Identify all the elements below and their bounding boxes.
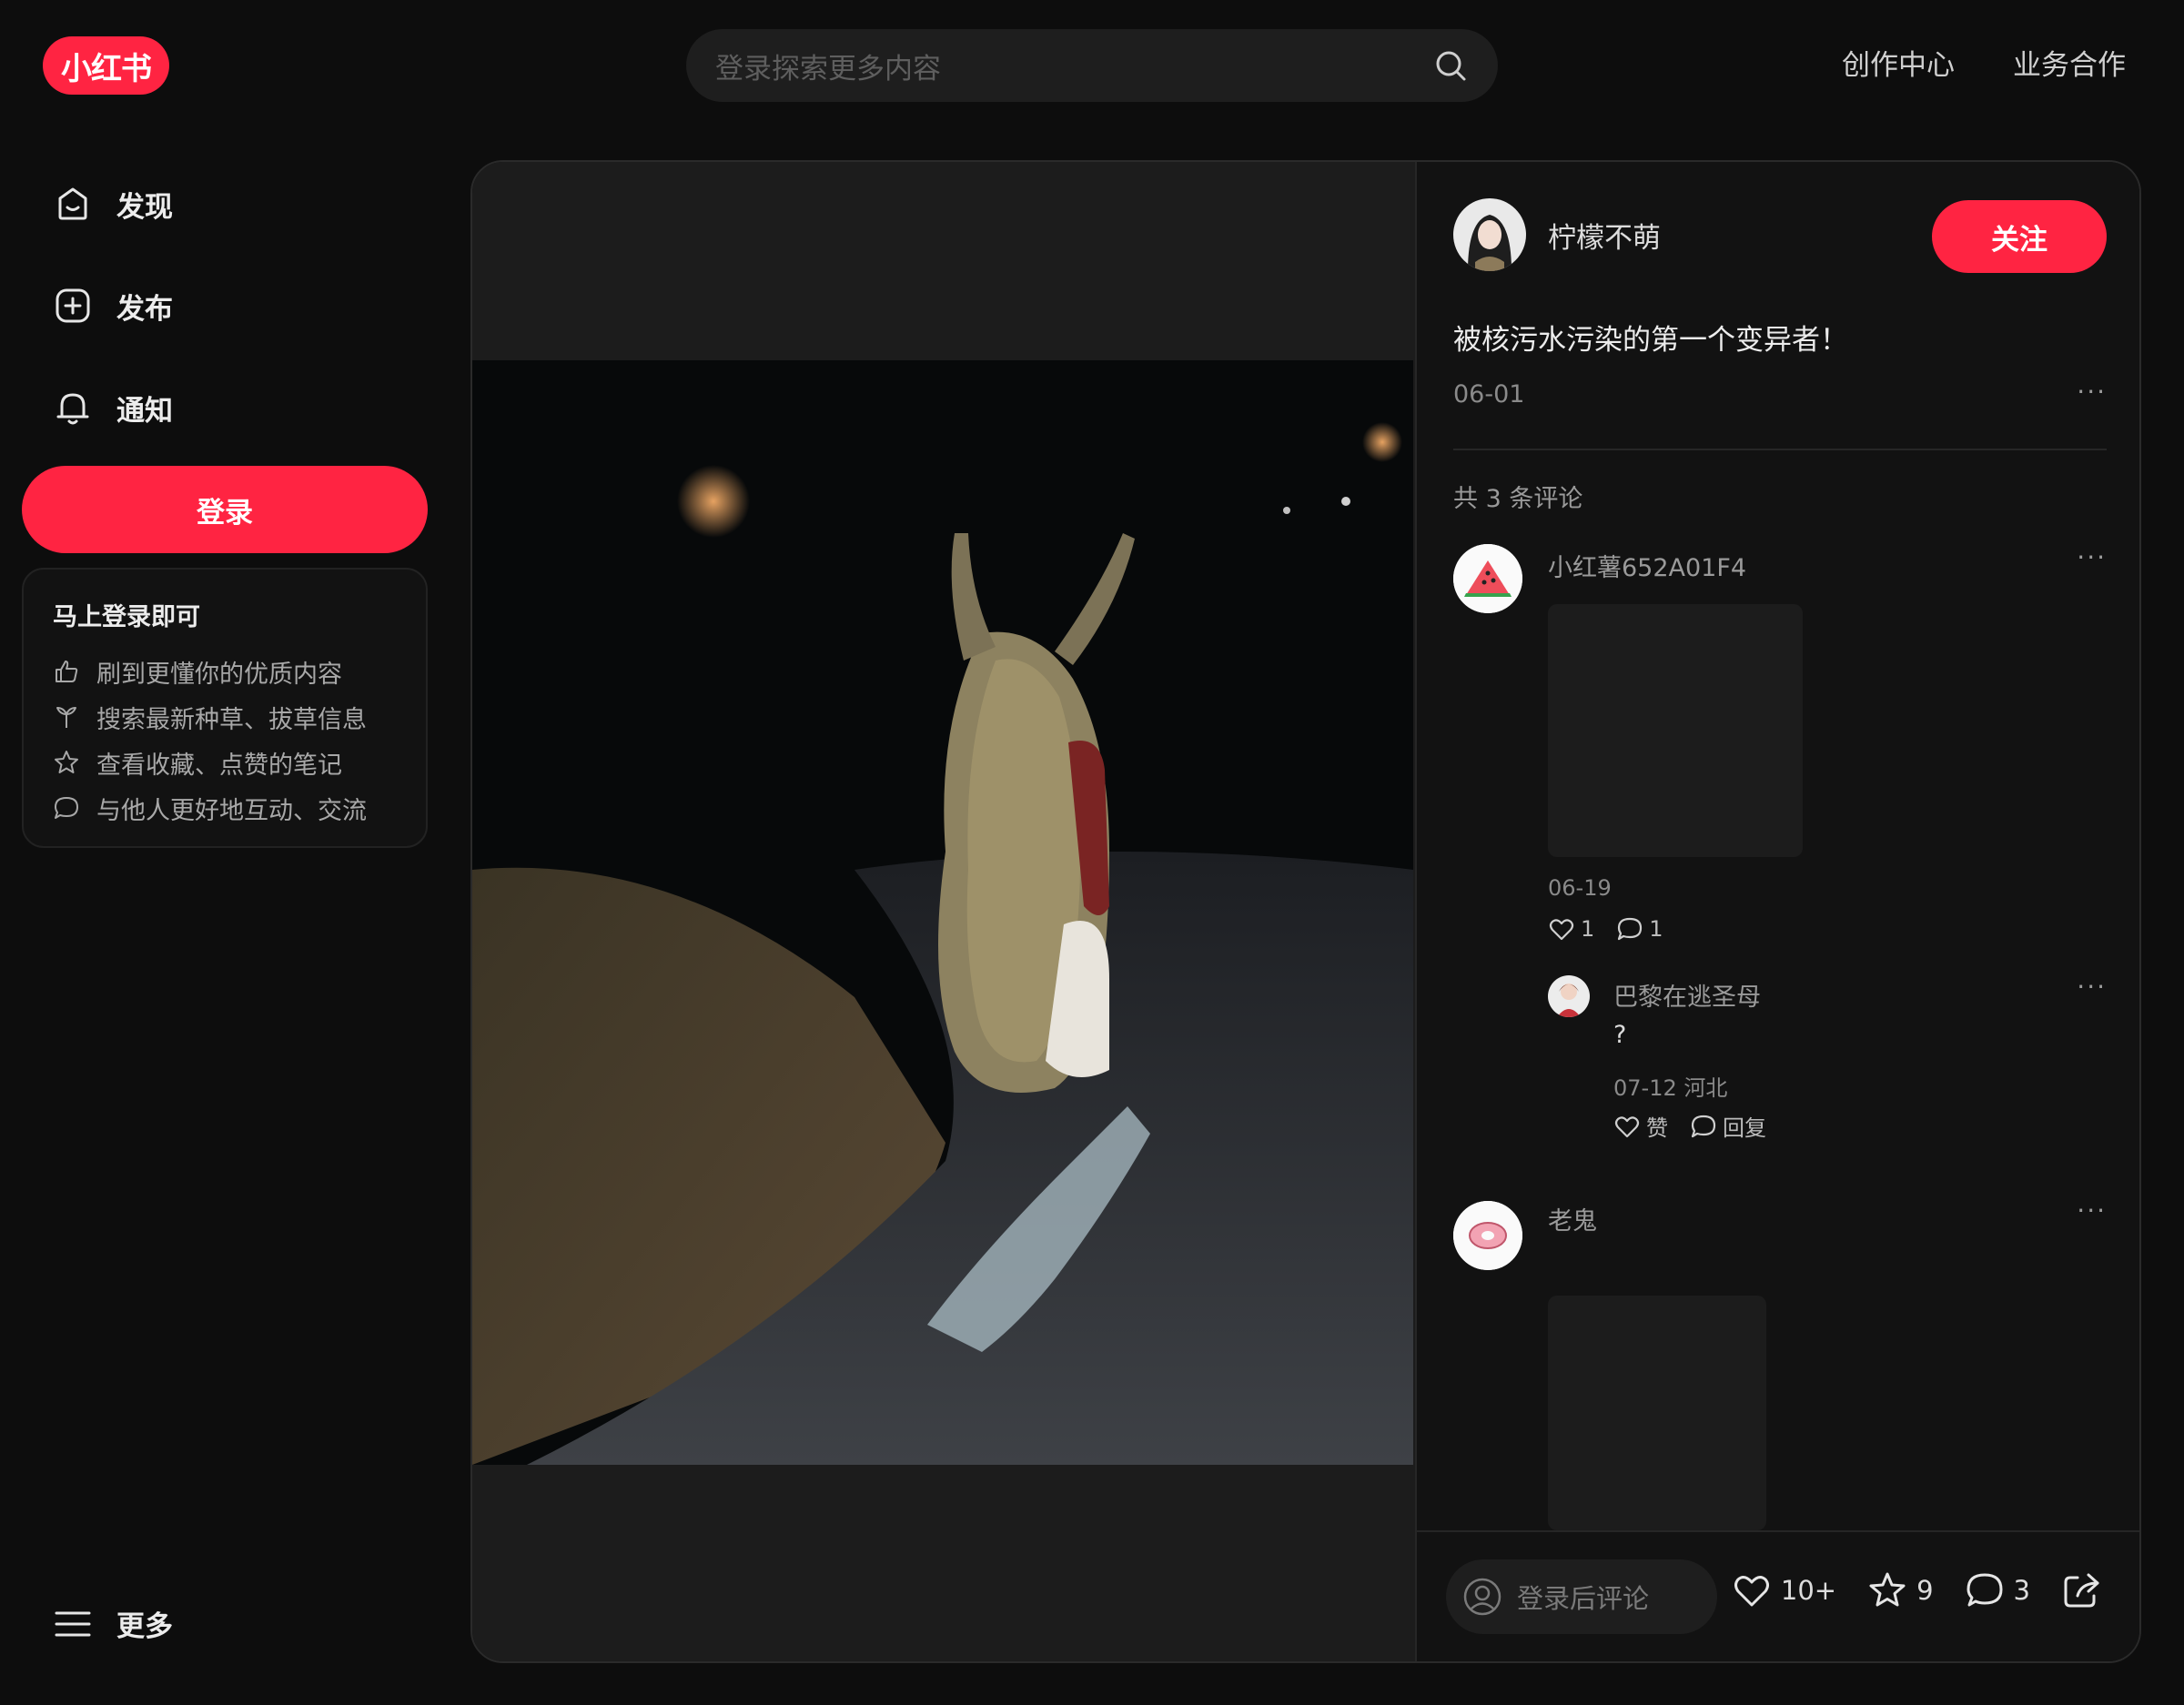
note-title: 被核污水污染的第一个变异者！ (1453, 324, 1848, 357)
star-icon (55, 751, 78, 773)
chat-bubble-icon (1691, 1115, 1716, 1137)
commenter-avatar[interactable] (1453, 1201, 1522, 1270)
reply-reply-label: 回复 (1723, 1115, 1766, 1141)
share-icon (2064, 1573, 2099, 1608)
chat-bubble-icon (55, 797, 78, 819)
benefit-item: 与他人更好地互动、交流 (53, 785, 397, 831)
comment-total: 3 (2013, 1575, 2030, 1606)
top-bar: 小红书 登录探索更多内容 创作中心 业务合作 (0, 0, 2184, 136)
more-options-icon[interactable]: ··· (2077, 377, 2107, 407)
reply-actions: 赞 回复 (1613, 1110, 1766, 1142)
commenter-name[interactable]: 小红薯652A01F4 (1548, 548, 1746, 583)
benefit-text: 查看收藏、点赞的笔记 (96, 751, 342, 780)
user-icon (1463, 1578, 1502, 1616)
app-logo[interactable]: 小红书 (43, 36, 169, 95)
engagement-stats: 10+ 9 3 (1732, 1570, 2101, 1610)
benefit-text: 搜索最新种草、拔草信息 (96, 705, 367, 734)
author-name[interactable]: 柠檬不萌 (1548, 215, 1661, 256)
search-bar[interactable]: 登录探索更多内容 (686, 29, 1498, 102)
creator-center-link[interactable]: 创作中心 (1842, 42, 1955, 83)
engagement-bar: 登录后评论 10+ 9 3 (1417, 1530, 2139, 1661)
top-links: 创作中心 业务合作 (1842, 42, 2126, 83)
note-photo-snail[interactable] (472, 360, 1413, 1465)
comment-date: 06-19 (1548, 875, 1612, 901)
plus-square-icon (56, 288, 90, 323)
sprout-icon (56, 707, 76, 728)
comment-input-placeholder: 登录后评论 (1517, 1583, 1650, 1614)
business-link[interactable]: 业务合作 (2013, 42, 2126, 83)
watermelon-icon (1453, 544, 1522, 613)
note-date: 06-01 (1453, 380, 1525, 409)
benefit-item: 搜索最新种草、拔草信息 (53, 694, 397, 740)
benefit-text: 与他人更好地互动、交流 (96, 796, 367, 825)
home-icon (58, 187, 87, 220)
sidebar-item-publish[interactable]: 发布 (53, 278, 173, 333)
comment-button[interactable]: 3 (1965, 1570, 2030, 1610)
commenter-name[interactable]: 老鬼 (1548, 1201, 1597, 1236)
divider (1453, 449, 2107, 450)
share-button[interactable] (2061, 1570, 2101, 1610)
chat-bubble-icon (1967, 1573, 2003, 1607)
comment-image[interactable] (1548, 1296, 1766, 1530)
note-detail: 柠檬不萌 关注 被核污水污染的第一个变异者！ 06-01 ··· 共 3 条评论… (470, 160, 2141, 1663)
reply-like-label: 赞 (1646, 1115, 1668, 1141)
comment-reply[interactable]: 1 (1616, 915, 1663, 943)
reply-reply[interactable]: 回复 (1690, 1110, 1766, 1142)
heart-icon (1734, 1576, 1769, 1607)
thumbs-up-icon (56, 661, 78, 682)
note-side-panel: 柠檬不萌 关注 被核污水污染的第一个变异者！ 06-01 ··· 共 3 条评论… (1415, 162, 2139, 1661)
follow-button[interactable]: 关注 (1932, 200, 2107, 273)
benefit-item: 查看收藏、点赞的笔记 (53, 740, 397, 785)
comment-more-icon[interactable]: ··· (2077, 542, 2107, 572)
note-media[interactable] (472, 162, 1415, 1661)
commenter-avatar[interactable] (1453, 544, 1522, 613)
reply-more-icon[interactable]: ··· (2077, 972, 2107, 1002)
more-menu[interactable]: 更多 (53, 1603, 173, 1644)
reply-text: ? (1613, 1021, 1627, 1049)
author-avatar[interactable] (1453, 198, 1526, 271)
star-icon (1869, 1572, 1906, 1607)
heart-icon (1614, 1115, 1640, 1137)
reply-user-name[interactable]: 巴黎在逃圣母 (1613, 977, 1761, 1013)
reply-avatar[interactable] (1548, 975, 1590, 1017)
like-count: 10+ (1780, 1575, 1837, 1606)
collect-count: 9 (1916, 1575, 1934, 1606)
login-benefits-card: 马上登录即可 刷到更懂你的优质内容 搜索最新种草、拔草信息 查看收藏、点赞的笔记… (22, 568, 428, 848)
bell-icon (56, 393, 89, 425)
comment-more-icon[interactable]: ··· (2077, 1196, 2107, 1226)
comment-input[interactable]: 登录后评论 (1446, 1559, 1717, 1634)
donut-icon (1453, 1201, 1522, 1270)
login-button[interactable]: 登录 (22, 466, 428, 553)
search-input[interactable]: 登录探索更多内容 (715, 45, 1432, 86)
reply-like[interactable]: 赞 (1613, 1110, 1668, 1142)
reply-avatar-image (1548, 975, 1590, 1017)
like-button[interactable]: 10+ (1732, 1570, 1836, 1610)
chat-bubble-icon (1618, 917, 1643, 941)
benefit-item: 刷到更懂你的优质内容 (53, 649, 397, 694)
sidebar-item-notifications[interactable]: 通知 (53, 380, 173, 435)
collect-button[interactable]: 9 (1867, 1570, 1934, 1610)
comment-actions: 1 1 (1548, 915, 1663, 943)
reply-meta: 07-12 河北 (1613, 1075, 1728, 1101)
login-card-title: 马上登录即可 (53, 603, 200, 631)
heart-icon (1549, 919, 1574, 941)
sidebar-item-label: 通知 (116, 394, 173, 428)
sidebar-item-label: 发布 (116, 292, 173, 326)
sidebar: 发现 发布 通知 登录 马上登录即可 刷到更懂你的优质内容 搜索最新种草、拔草信… (0, 136, 455, 1705)
comment-like-count: 1 (1581, 916, 1595, 942)
author-info[interactable]: 柠檬不萌 (1453, 198, 1661, 271)
sidebar-item-discover[interactable]: 发现 (53, 177, 173, 231)
benefit-text: 刷到更懂你的优质内容 (96, 660, 342, 689)
comment-reply-count: 1 (1649, 916, 1663, 942)
author-avatar-image (1453, 198, 1526, 271)
comment-count: 共 3 条评论 (1453, 485, 1583, 513)
hamburger-icon (55, 1611, 91, 1636)
more-label: 更多 (116, 1610, 173, 1643)
comment-like[interactable]: 1 (1548, 915, 1594, 943)
sidebar-item-label: 发现 (116, 190, 173, 224)
search-icon[interactable] (1432, 47, 1469, 84)
comment-image[interactable] (1548, 604, 1803, 857)
